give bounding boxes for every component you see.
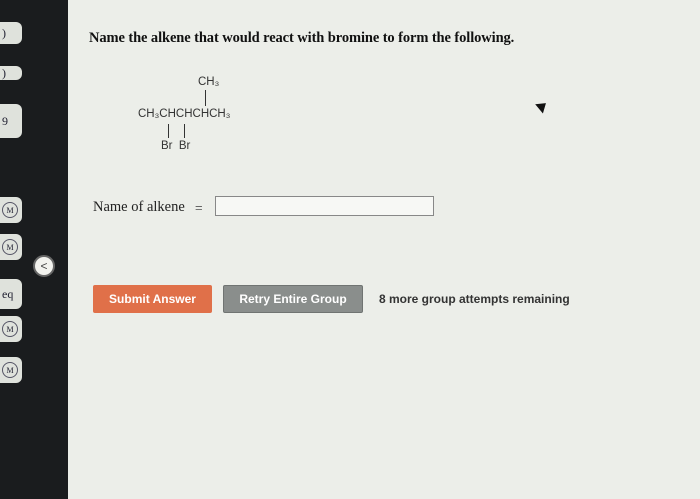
sidebar: ) ) 9 M M eq M M <box>0 0 68 499</box>
attempts-remaining: 8 more group attempts remaining <box>379 292 570 306</box>
formula-top-group: CH₃ <box>198 76 220 88</box>
sidebar-item[interactable]: M <box>0 357 22 383</box>
structural-formula: CH₃ CH₃CHCHCHCH₃ Br Br <box>138 72 298 162</box>
bond-line <box>205 90 206 106</box>
sidebar-item-label: eq <box>2 286 14 301</box>
mouse-cursor-icon <box>535 98 550 114</box>
submit-answer-button[interactable]: Submit Answer <box>93 285 212 313</box>
sidebar-item[interactable]: ) <box>0 22 22 44</box>
sidebar-item[interactable]: M <box>0 197 22 223</box>
sidebar-item-icon: M <box>2 362 18 378</box>
chevron-left-icon: < <box>40 259 48 273</box>
formula-substituents: Br Br <box>161 140 191 152</box>
question-text: Name the alkene that would react with br… <box>89 30 515 46</box>
sidebar-item[interactable]: 9 <box>0 104 22 138</box>
bond-line <box>168 124 169 138</box>
collapse-sidebar-button[interactable]: < <box>33 255 55 277</box>
bond-line <box>184 124 185 138</box>
sidebar-item[interactable]: M <box>0 316 22 342</box>
sidebar-item-icon: M <box>2 239 18 255</box>
sidebar-item-label: 9 <box>2 113 8 128</box>
sidebar-item[interactable]: M <box>0 234 22 260</box>
sidebar-item-icon: M <box>2 321 18 337</box>
sidebar-item[interactable]: ) <box>0 66 22 80</box>
question-panel: Name the alkene that would react with br… <box>68 0 700 499</box>
alkene-name-input[interactable] <box>215 196 434 216</box>
equals-sign: = <box>195 200 203 215</box>
retry-group-button[interactable]: Retry Entire Group <box>223 285 363 313</box>
sidebar-item[interactable]: eq <box>0 279 22 309</box>
formula-main-chain: CH₃CHCHCHCH₃ <box>138 108 231 120</box>
sidebar-item-label: ) <box>2 65 6 80</box>
answer-label: Name of alkene <box>93 199 185 215</box>
sidebar-item-icon: M <box>2 202 18 218</box>
sidebar-item-label: ) <box>2 25 6 40</box>
